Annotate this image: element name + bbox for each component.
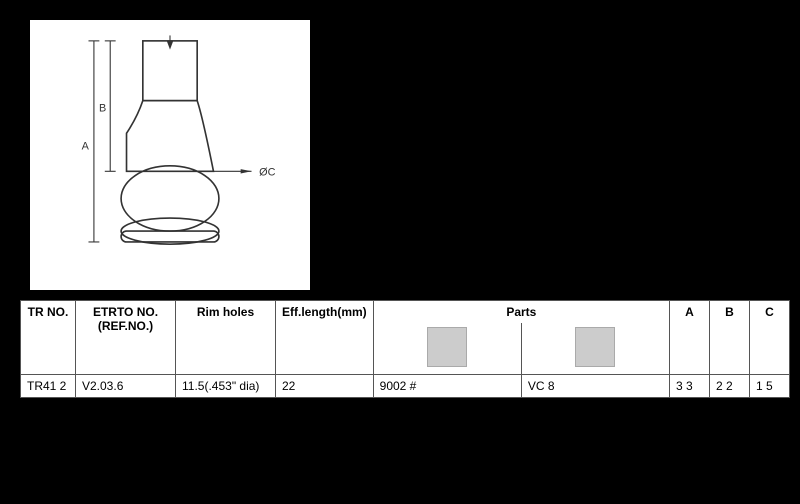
technical-diagram: A B ØC	[50, 30, 290, 280]
cell-rim-holes: 11.5(.453" dia)	[176, 375, 276, 398]
header-c: C	[750, 301, 790, 375]
cell-tr-no: TR41 2	[21, 375, 76, 398]
cell-b: 2 2	[710, 375, 750, 398]
cell-etrto: V2.03.6	[76, 375, 176, 398]
header-tr-no: TR NO.	[21, 301, 76, 375]
header-etrto: ETRTO NO. (REF.NO.)	[76, 301, 176, 375]
parts-image-placeholder	[427, 327, 467, 367]
cell-parts-no: 9002 #	[373, 375, 521, 398]
svg-text:B: B	[99, 103, 106, 115]
page: A B ØC TR NO. ETRTO NO. (REF.NO.) Rim ho…	[0, 0, 800, 504]
specs-table: TR NO. ETRTO NO. (REF.NO.) Rim holes Eff…	[20, 300, 790, 398]
parts-image-placeholder-2	[575, 327, 615, 367]
diagram-area: A B ØC	[30, 20, 310, 290]
header-parts: Parts	[373, 301, 669, 324]
header-rim-holes: Rim holes	[176, 301, 276, 375]
header-eff-length: Eff.length(mm)	[276, 301, 374, 375]
cell-eff-length: 22	[276, 375, 374, 398]
table-container: TR NO. ETRTO NO. (REF.NO.) Rim holes Eff…	[20, 300, 790, 398]
svg-text:A: A	[82, 141, 90, 153]
cell-a: 3 3	[670, 375, 710, 398]
header-parts-vc	[521, 323, 669, 375]
svg-text:ØC: ØC	[259, 167, 275, 179]
header-parts-no	[373, 323, 521, 375]
header-a: A	[670, 301, 710, 375]
table-row: TR41 2 V2.03.6 11.5(.453" dia) 22 9002 #…	[21, 375, 790, 398]
header-b: B	[710, 301, 750, 375]
cell-c: 1 5	[750, 375, 790, 398]
cell-parts-vc: VC 8	[521, 375, 669, 398]
